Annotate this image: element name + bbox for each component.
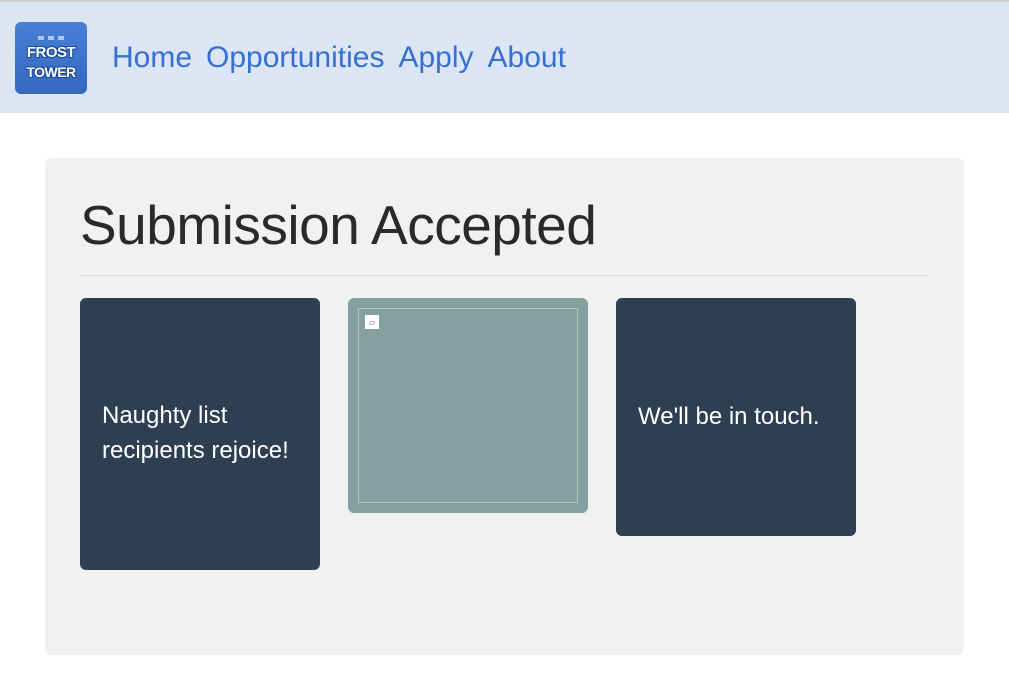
card-image-placeholder: ▱ bbox=[358, 308, 578, 503]
broken-image-icon: ▱ bbox=[365, 315, 379, 329]
nav-apply[interactable]: Apply bbox=[398, 41, 473, 75]
logo-text-bottom: TOWER bbox=[15, 64, 87, 80]
cards-row: Naughty list recipients rejoice! ▱ We'll… bbox=[80, 298, 929, 570]
logo[interactable]: FROST TOWER bbox=[15, 22, 87, 94]
divider bbox=[80, 275, 929, 276]
nav-home[interactable]: Home bbox=[112, 41, 192, 75]
nav-links: Home Opportunities Apply About bbox=[112, 41, 566, 75]
card-image: ▱ bbox=[348, 298, 588, 513]
content-panel: Submission Accepted Naughty list recipie… bbox=[45, 158, 964, 655]
card-right-text: We'll be in touch. bbox=[638, 400, 820, 435]
page-title: Submission Accepted bbox=[80, 193, 929, 257]
logo-text-top: FROST bbox=[15, 44, 87, 61]
card-right: We'll be in touch. bbox=[616, 298, 856, 536]
navbar: FROST TOWER Home Opportunities Apply Abo… bbox=[0, 2, 1009, 113]
nav-about[interactable]: About bbox=[488, 41, 566, 75]
content-wrap: Submission Accepted Naughty list recipie… bbox=[0, 113, 1009, 655]
nav-opportunities[interactable]: Opportunities bbox=[206, 41, 384, 75]
card-left: Naughty list recipients rejoice! bbox=[80, 298, 320, 570]
card-left-text: Naughty list recipients rejoice! bbox=[102, 399, 298, 469]
